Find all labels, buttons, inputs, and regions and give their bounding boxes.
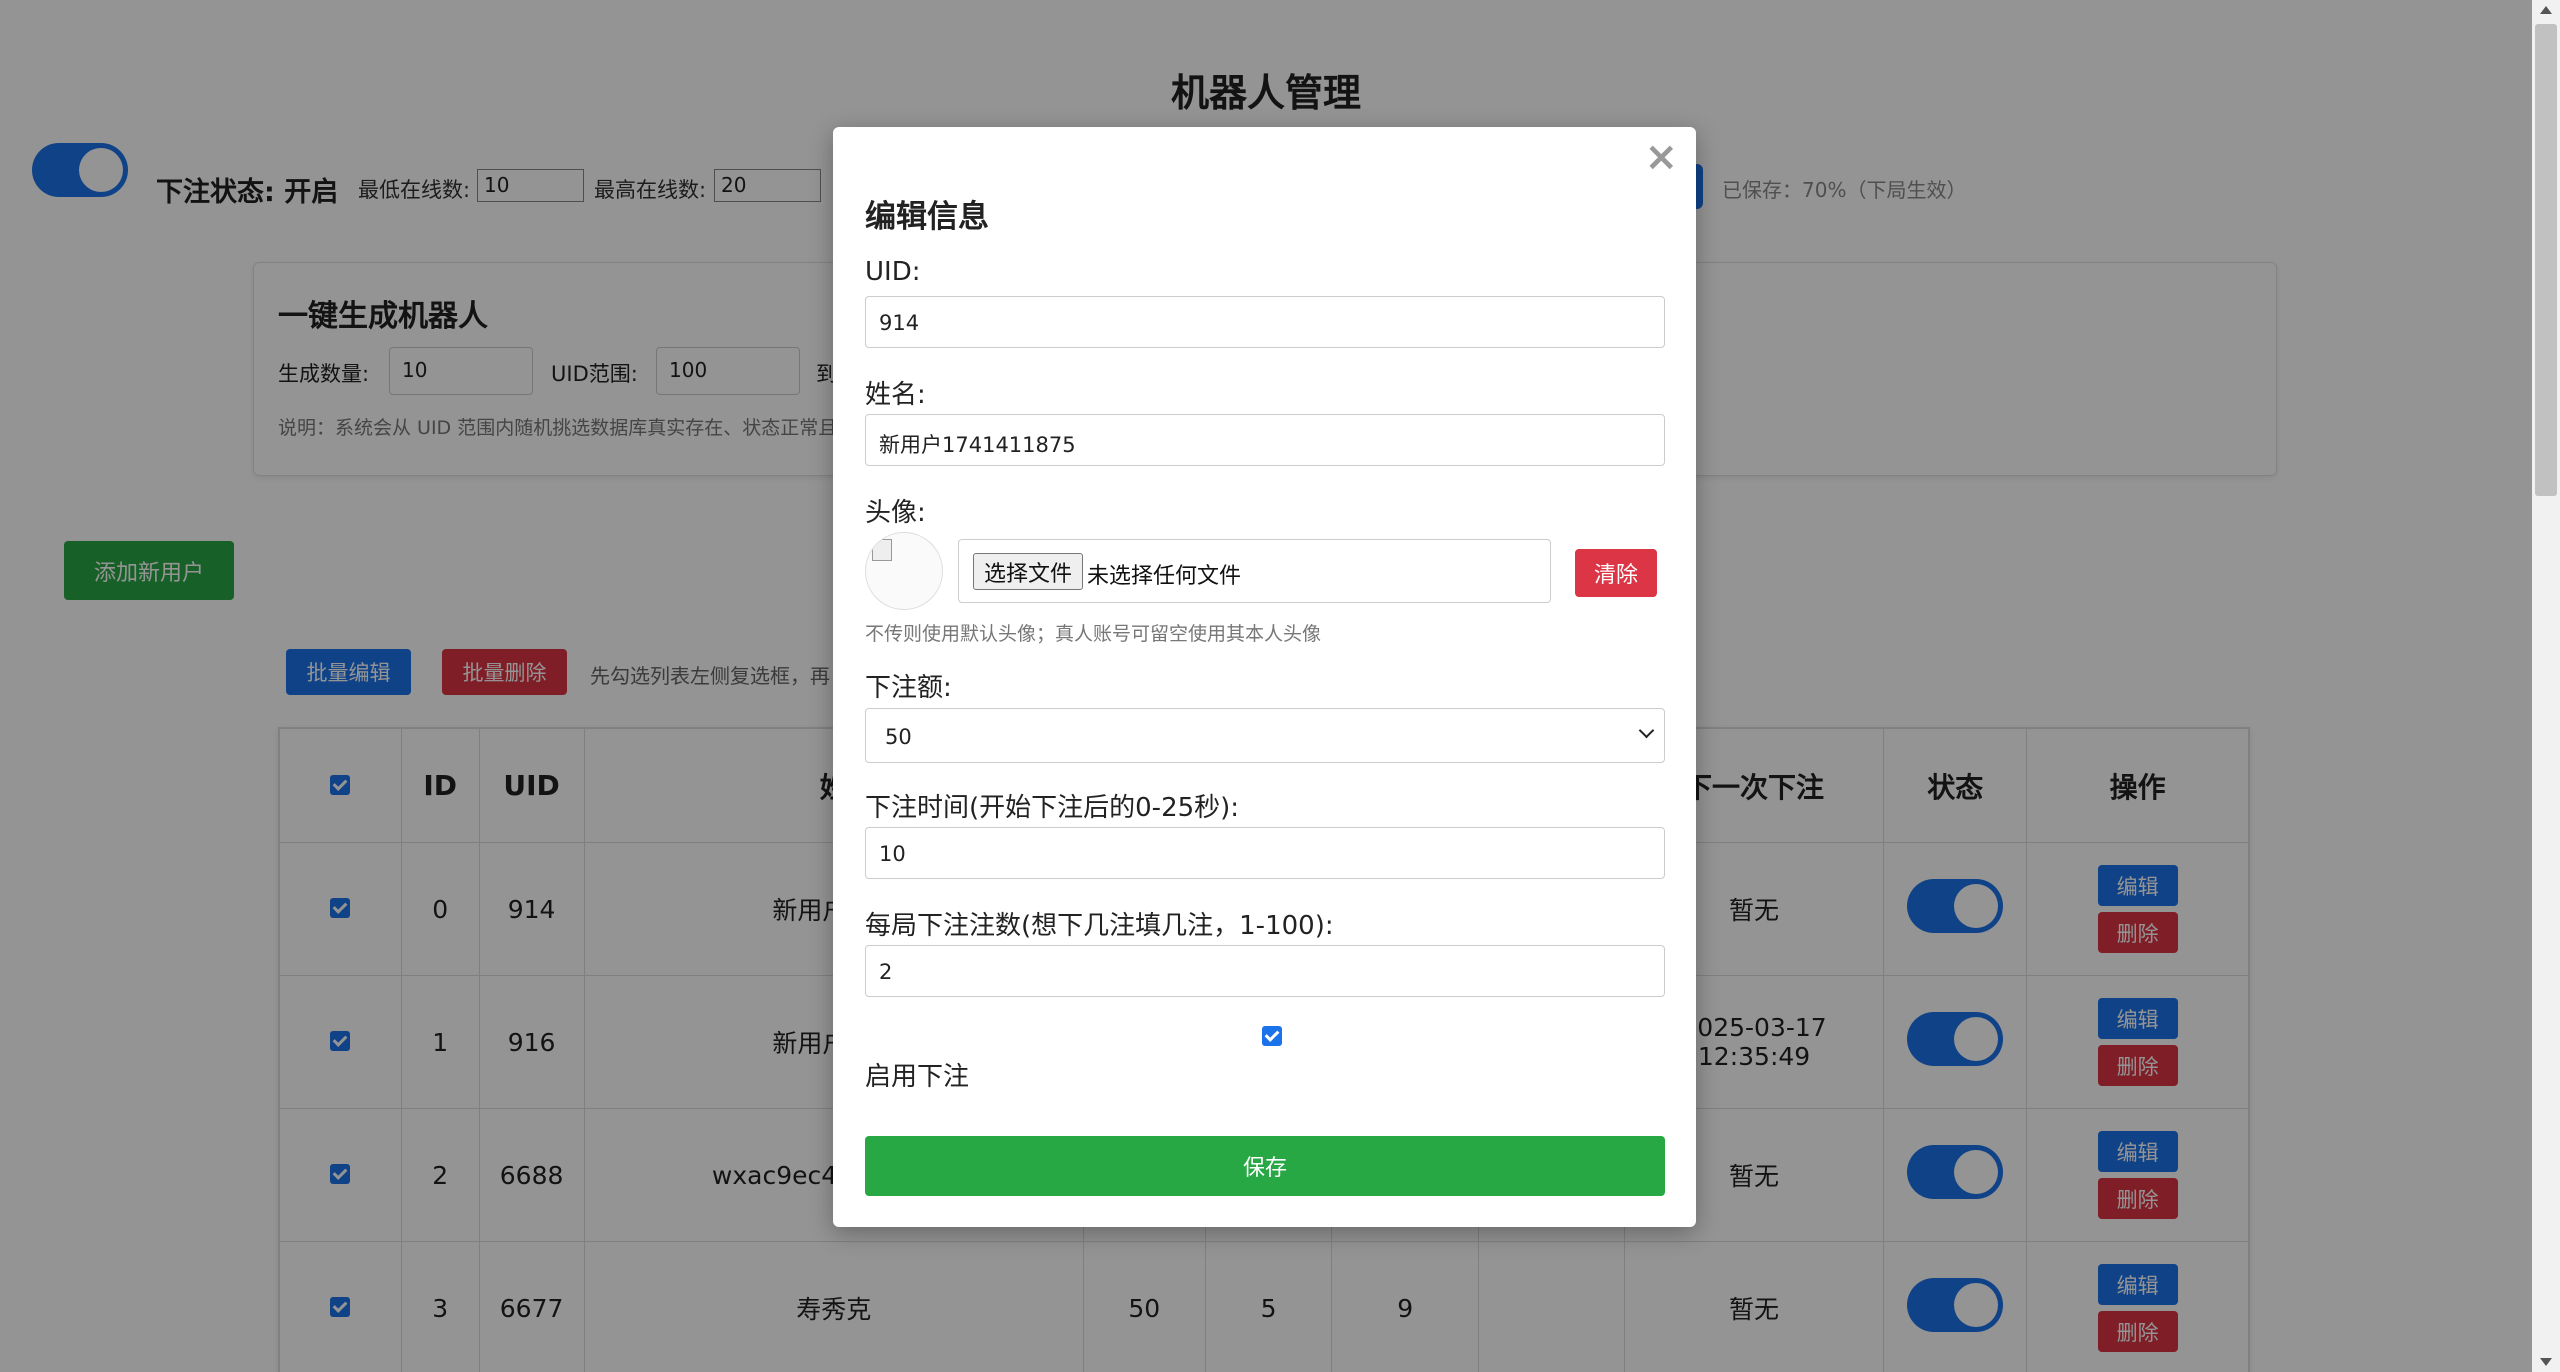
bet-amount-value: 50 (885, 725, 912, 749)
bets-per-round-label: 每局下注注数(想下几注填几注，1-100): (865, 911, 1334, 941)
uid-input[interactable]: 914 (865, 296, 1665, 348)
clear-avatar-button[interactable]: 清除 (1575, 549, 1657, 597)
scroll-down-icon[interactable] (2540, 1358, 2552, 1366)
scroll-up-icon[interactable] (2540, 6, 2552, 14)
enable-bet-label: 启用下注 (865, 1062, 970, 1092)
bets-per-round-input[interactable]: 2 (865, 945, 1665, 997)
broken-image-icon (872, 539, 892, 561)
avatar-file-input[interactable]: 选择文件 未选择任何文件 (958, 539, 1551, 603)
name-input[interactable]: 新用户1741411875 (865, 414, 1665, 466)
avatar-preview (865, 532, 943, 610)
bet-amount-select[interactable]: 50 (865, 708, 1665, 763)
chevron-down-icon (1638, 722, 1655, 739)
uid-label: UID: (865, 257, 921, 287)
modal-title: 编辑信息 (865, 199, 989, 235)
avatar-hint: 不传则使用默认头像；真人账号可留空使用其本人头像 (865, 623, 1322, 645)
choose-file-button[interactable]: 选择文件 (973, 553, 1084, 590)
close-icon[interactable]: × (1644, 137, 1678, 177)
edit-info-modal: × 编辑信息 UID: 914 姓名: 新用户1741411875 头像: 选择… (833, 127, 1696, 1227)
bet-time-label: 下注时间(开始下注后的0-25秒): (865, 793, 1240, 823)
scrollbar-thumb[interactable] (2535, 24, 2557, 496)
enable-bet-checkbox[interactable] (1262, 1026, 1282, 1046)
name-label: 姓名: (865, 380, 926, 410)
save-button[interactable]: 保存 (865, 1136, 1665, 1196)
bet-time-input[interactable]: 10 (865, 827, 1665, 879)
bet-amount-label: 下注额: (865, 673, 952, 703)
no-file-text: 未选择任何文件 (1087, 564, 1242, 589)
vertical-scrollbar[interactable] (2532, 0, 2560, 1372)
avatar-label: 头像: (865, 498, 926, 528)
